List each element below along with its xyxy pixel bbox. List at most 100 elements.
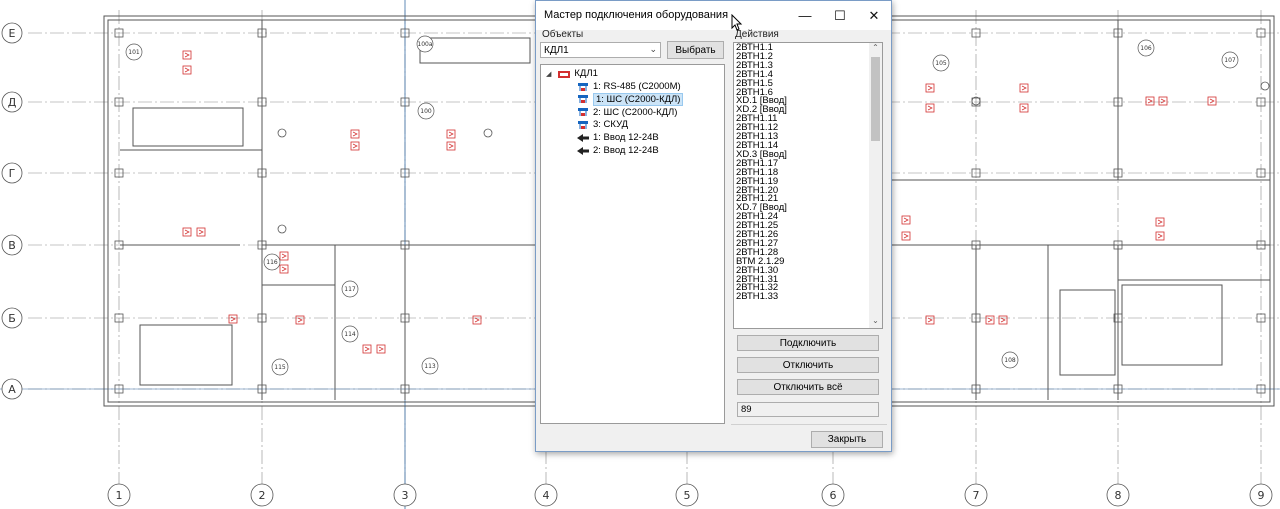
scroll-thumb[interactable] [871, 57, 880, 141]
light-fixture-icon [483, 128, 493, 138]
close-icon: ✕ [868, 7, 880, 23]
tree-node[interactable]: 1: ШС (С2000-КДЛ) [576, 92, 684, 106]
equipment-connection-wizard-dialog: Мастер подключения оборудования — ☐ ✕ Об… [535, 0, 892, 452]
room-number-label: 101 [128, 49, 140, 56]
smoke-detector-icon [1155, 231, 1165, 241]
room-number-label: 108 [1004, 357, 1016, 364]
separator [731, 424, 887, 425]
chevron-down-icon: ⌄ [649, 44, 657, 54]
scroll-up-icon[interactable]: ⌃ [869, 43, 882, 55]
dialog-titlebar[interactable]: Мастер подключения оборудования — ☐ ✕ [536, 1, 891, 30]
row-axis-label: В [8, 239, 16, 252]
tree-node[interactable]: 1: RS-485 (С2000М) [576, 80, 681, 93]
disconnect-all-button[interactable]: Отключить всё [737, 379, 879, 395]
room-number-label: 105 [935, 60, 947, 67]
object-select[interactable]: КДЛ1 ⌄ [540, 42, 661, 58]
smoke-detector-icon [1158, 96, 1168, 106]
column-axis-label: 8 [1115, 489, 1122, 502]
smoke-detector-icon [182, 65, 192, 75]
tree-root-node[interactable]: ◢ КДЛ1 [546, 67, 598, 80]
actions-scrollbar[interactable]: ⌃ ⌄ [869, 43, 882, 328]
collapse-triangle-icon[interactable]: ◢ [546, 70, 551, 78]
column-axis-label: 4 [543, 489, 550, 502]
tree-node-label: 2: Ввод 12-24В [593, 145, 659, 156]
row-axis-label: А [8, 383, 16, 396]
storage-block [419, 37, 531, 64]
smoke-detector-icon [182, 50, 192, 60]
minimize-icon: — [798, 8, 812, 23]
connect-button[interactable]: Подключить [737, 335, 879, 351]
close-button[interactable]: Закрыть [811, 431, 883, 448]
tree-node[interactable]: 2: Ввод 12-24В [576, 144, 659, 157]
room-number-label: 100a [417, 41, 432, 48]
column-axis-label: 5 [684, 489, 691, 502]
smoke-detector-icon [925, 83, 935, 93]
close-window-button[interactable]: ✕ [857, 1, 891, 30]
tree-node-label: 1: ШС (С2000-КДЛ) [593, 92, 684, 106]
loop-icon [576, 94, 590, 104]
room-number-label: 114 [344, 331, 356, 338]
tree-node[interactable]: 2: ШС (С2000-КДЛ) [576, 106, 677, 119]
column-axis-label: 6 [830, 489, 837, 502]
column-axis-label: 2 [259, 489, 266, 502]
toilet-block [1121, 284, 1223, 366]
row-axis-label: Г [9, 167, 16, 180]
column-axis-label: 1 [116, 489, 123, 502]
smoke-detector-icon [925, 103, 935, 113]
room-number-label: 116 [266, 259, 278, 266]
tree-node[interactable]: 3: СКУД [576, 118, 628, 131]
smoke-detector-icon [901, 231, 911, 241]
power-input-icon [576, 133, 590, 143]
smoke-detector-icon [376, 344, 386, 354]
objects-label: Объекты [542, 29, 584, 40]
room-number-label: 115 [274, 364, 286, 371]
elevator-block [132, 107, 244, 147]
minimize-button[interactable]: — [788, 1, 822, 30]
staircase [1059, 289, 1116, 376]
column-axis-markers: 1 2 3 4 5 6 7 8 9 [107, 483, 1273, 507]
row-axis-label: Е [9, 27, 16, 40]
smoke-detector-icon [1145, 96, 1155, 106]
tree-root-label: КДЛ1 [574, 68, 598, 79]
row-axis-label: Д [8, 96, 17, 109]
smoke-detector-icon [279, 264, 289, 274]
room-number-label: 100 [420, 108, 432, 115]
column-axis-label: 3 [402, 489, 409, 502]
controller-icon [557, 69, 571, 79]
smoke-detector-icon [1155, 217, 1165, 227]
dialog-title: Мастер подключения оборудования [544, 9, 729, 21]
maximize-button[interactable]: ☐ [823, 1, 857, 30]
column-axis-label: 7 [973, 489, 980, 502]
smoke-detector-icon [925, 315, 935, 325]
light-fixture-icon [277, 128, 287, 138]
object-select-value: КДЛ1 [544, 45, 569, 56]
smoke-detector-icon [1019, 103, 1029, 113]
room-number-label: 117 [344, 286, 356, 293]
action-item[interactable]: 2ВТН1.33 [736, 292, 868, 302]
tree-node-label: 3: СКУД [593, 119, 629, 131]
actions-list[interactable]: 2ВТН1.1 2ВТН1.2 2ВТН1.3 2ВТН1.4 2ВТН1.5 2ВТН1… [733, 42, 883, 329]
select-button[interactable]: Выбрать [667, 41, 724, 59]
room-number-label: 107 [1224, 57, 1236, 64]
smoke-detector-icon [350, 141, 360, 151]
bus-icon [576, 82, 590, 92]
tree-node-label: 1: Ввод 12-24В [593, 132, 659, 144]
objects-tree[interactable]: ◢ КДЛ1 1: RS-485 (С2000М) 1: ШС (С2000-КД… [540, 64, 725, 424]
smoke-detector-icon [998, 315, 1008, 325]
light-fixture-icon [1260, 81, 1270, 91]
smoke-detector-icon [196, 227, 206, 237]
loop-icon [576, 107, 590, 117]
disconnect-button[interactable]: Отключить [737, 357, 879, 373]
tree-node[interactable]: 1: Ввод 12-24В [576, 131, 659, 144]
smoke-detector-icon [446, 129, 456, 139]
scroll-down-icon[interactable]: ⌄ [869, 316, 882, 328]
power-input-icon [576, 146, 590, 156]
column-axis-label: 9 [1258, 489, 1265, 502]
row-axis-label: Б [8, 312, 16, 325]
room-number-label: 113 [424, 363, 436, 370]
light-fixture-icon [277, 224, 287, 234]
tree-node-label: 2: ШС (С2000-КДЛ) [593, 106, 678, 118]
smoke-detector-icon [446, 141, 456, 151]
smoke-detector-icon [1207, 96, 1217, 106]
smoke-detector-icon [228, 314, 238, 324]
